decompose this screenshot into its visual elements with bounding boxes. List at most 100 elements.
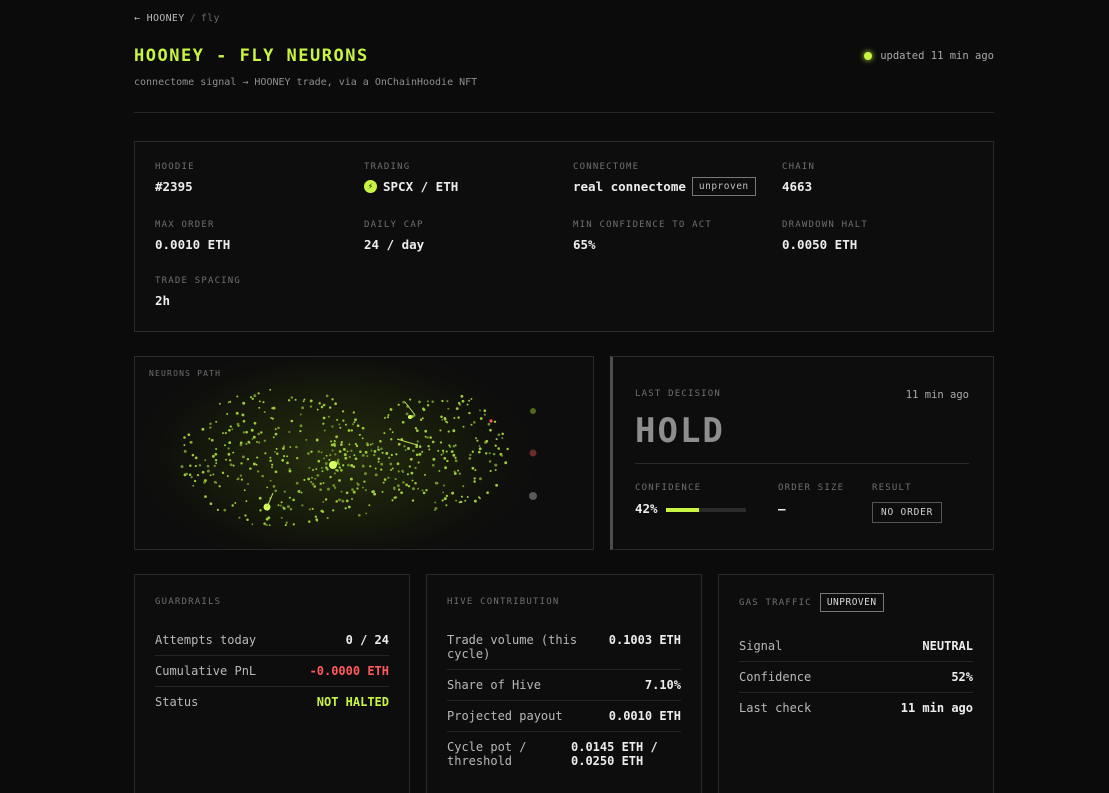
neuron-point: [441, 399, 444, 403]
neuron-point: [334, 402, 337, 406]
neuron-point: [374, 473, 378, 477]
gas-traffic-card: GAS TRAFFIC UNPROVEN Signal NEUTRAL Confi…: [718, 574, 994, 793]
breadcrumb-back-link[interactable]: ← HOONEY: [134, 13, 185, 24]
neuron-point: [290, 396, 294, 399]
neurons-path-graph: [135, 357, 550, 549]
confidence-label: CONFIDENCE: [635, 483, 702, 493]
neuron-point: [397, 488, 401, 491]
neuron-point: [338, 498, 341, 502]
neuron-point: [330, 440, 333, 443]
neurons-path-label: NEURONS PATH: [149, 369, 222, 378]
output-node-red: [529, 449, 537, 457]
neuron-point: [253, 421, 257, 425]
neuron-point: [237, 477, 240, 481]
neuron-point: [226, 412, 229, 416]
neuron-point: [187, 433, 191, 437]
neuron-point: [288, 431, 291, 433]
neuron-point: [353, 421, 356, 424]
neuron-point: [206, 464, 210, 468]
neuron-point: [347, 429, 351, 432]
neuron-point: [183, 444, 186, 447]
neuron-point: [466, 496, 469, 498]
neuron-point: [196, 474, 200, 477]
neuron-point: [354, 442, 357, 446]
neuron-point: [263, 439, 266, 442]
neuron-point: [216, 508, 220, 512]
neuron-point: [445, 504, 448, 507]
neuron-point: [242, 401, 246, 405]
gas-unproven-badge: UNPROVEN: [819, 593, 884, 612]
neuron-point: [257, 441, 261, 444]
neuron-point: [415, 453, 419, 457]
neuron-point: [263, 410, 266, 414]
pnl-value: -0.0000 ETH: [309, 664, 389, 678]
hive-row: Trade volume (this cycle) 0.1003 ETH: [447, 625, 681, 670]
neuron-point: [309, 405, 313, 408]
neuron-point: [268, 524, 271, 526]
neuron-point: [407, 447, 410, 450]
drawdown-cell: DRAWDOWN HALT 0.0050 ETH: [782, 220, 868, 252]
neuron-point: [500, 454, 504, 457]
neuron-point: [333, 442, 336, 446]
neuron-point: [274, 450, 276, 453]
neuron-point: [348, 455, 351, 459]
guardrails-label: GUARDRAILS: [155, 597, 222, 607]
neuron-point: [292, 498, 295, 502]
neuron-point: [314, 515, 318, 518]
neuron-point: [260, 431, 263, 434]
neuron-point: [208, 437, 211, 440]
neuron-point: [251, 397, 254, 400]
neuron-point: [479, 417, 483, 420]
neuron-point: [193, 479, 197, 483]
neuron-point: [263, 522, 266, 525]
neuron-point: [424, 473, 426, 476]
neuron-point: [380, 462, 384, 466]
neuron-point: [350, 429, 353, 432]
neuron-point: [318, 402, 321, 405]
neuron-point: [361, 453, 365, 457]
neuron-point: [447, 407, 450, 410]
neuron-point: [478, 447, 482, 451]
neuron-point: [424, 429, 428, 433]
neuron-point: [239, 474, 243, 477]
neuron-point: [383, 478, 387, 481]
neuron-point: [188, 473, 192, 476]
neuron-point: [407, 484, 411, 488]
neuron-point: [445, 494, 449, 498]
neuron-point: [440, 415, 443, 419]
max-order-label: MAX ORDER: [155, 220, 215, 230]
neuron-point: [283, 455, 286, 458]
neuron-point: [426, 404, 430, 407]
neuron-point: [352, 490, 356, 494]
neuron-point: [229, 459, 232, 462]
neuron-point: [473, 480, 476, 483]
neuron-point: [227, 401, 230, 404]
confidence-bar-fill: [665, 507, 700, 512]
neuron-point: [338, 479, 341, 482]
neuron-point: [377, 457, 380, 461]
order-size-label: ORDER SIZE: [778, 483, 845, 493]
neuron-point: [431, 400, 434, 403]
neuron-point: [245, 442, 248, 446]
neuron-point: [383, 432, 386, 435]
neuron-point: [311, 482, 315, 486]
neuron-point: [501, 432, 504, 436]
gas-row: Confidence 52%: [739, 662, 973, 693]
guardrail-row: Attempts today 0 / 24: [155, 625, 389, 656]
row-key: Status: [155, 695, 199, 709]
neuron-point: [421, 417, 424, 420]
neuron-point: [352, 423, 354, 426]
neuron-point: [417, 461, 420, 464]
neuron-point: [411, 449, 415, 453]
neuron-point: [418, 400, 421, 404]
neuron-point: [329, 453, 332, 457]
neuron-point: [311, 507, 314, 510]
neuron-point: [336, 418, 339, 421]
neuron-point: [307, 477, 311, 481]
row-key: Attempts today: [155, 633, 257, 647]
neuron-point: [331, 398, 334, 401]
row-value: NEUTRAL: [922, 639, 973, 653]
neuron-point: [322, 403, 326, 407]
neuron-point: [387, 476, 390, 479]
neuron-point: [344, 507, 347, 510]
